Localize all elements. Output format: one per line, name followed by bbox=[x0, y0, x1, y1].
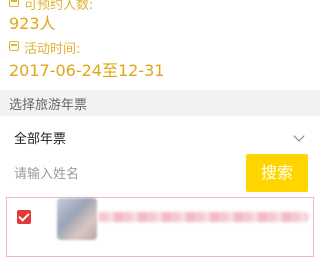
section-title: 选择旅游年票 bbox=[9, 98, 88, 113]
time-value: 2017-06-24至12-31 bbox=[9, 61, 165, 80]
redacted-text bbox=[98, 212, 308, 222]
checkbox[interactable] bbox=[17, 210, 31, 224]
list-item[interactable] bbox=[6, 197, 314, 257]
search-input[interactable] bbox=[8, 160, 254, 188]
avatar bbox=[57, 198, 97, 240]
search-button[interactable]: 搜索 bbox=[246, 154, 308, 192]
calendar-icon bbox=[9, 0, 19, 7]
calendar-icon bbox=[9, 41, 19, 51]
count-value: 923人 bbox=[9, 14, 56, 33]
time-label: 活动时间: bbox=[24, 42, 81, 57]
ticket-select-value: 全部年票 bbox=[14, 132, 67, 147]
